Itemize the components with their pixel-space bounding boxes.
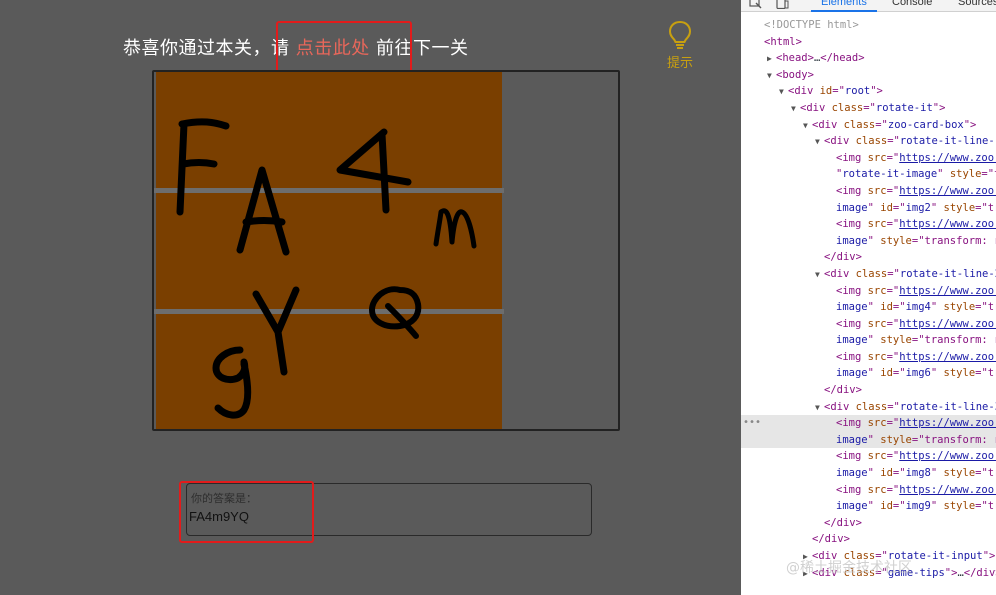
devtools-toolbar: Elements Console Sources (741, 0, 996, 12)
dom-node-text: <div class="zoo-card-box"> (812, 118, 977, 131)
expand-toggle-icon[interactable]: ▶ (767, 51, 776, 68)
dom-node-line[interactable]: image" style="transform: r (741, 233, 996, 250)
dom-node-line[interactable]: image" style="transform: r (741, 332, 996, 349)
dom-node-text: image" style="transform: r (836, 433, 996, 446)
more-options-icon[interactable]: ••• (743, 415, 761, 432)
dom-node-text: <body> (776, 68, 814, 81)
dom-node-text: image" id="img2" style="tr (836, 201, 996, 214)
dom-node-text: <!DOCTYPE html> (764, 19, 859, 31)
dom-node-text: image" id="img6" style="tr (836, 367, 996, 380)
dom-node-text: "rotate-it-image" style="t (836, 168, 996, 181)
dom-node-line[interactable]: <img src="https://www.zoo. (741, 349, 996, 366)
glyph-y (252, 286, 300, 376)
tab-sources[interactable]: Sources (958, 0, 996, 8)
dom-node-text: image" id="img4" style="tr (836, 301, 996, 314)
glyph-4 (336, 128, 412, 214)
dom-node-text: </div> (812, 533, 850, 546)
dom-node-line[interactable]: ••• <img src="https://www.zoo. (741, 415, 996, 432)
dom-node-text: <head>…</head> (776, 52, 865, 65)
dom-node-line[interactable]: image" id="img2" style="tr (741, 200, 996, 217)
dom-node-line[interactable]: <img src="https://www.zoo. (741, 448, 996, 465)
dom-node-line[interactable]: </div> (741, 515, 996, 532)
glyph-q (369, 286, 422, 339)
active-tab-indicator (811, 10, 877, 12)
message-prefix: 恭喜你通过本关，请 (123, 38, 290, 59)
dom-node-text: <div class="rotate-it-line-3 (824, 400, 996, 413)
handwritten-captcha-glyphs (176, 118, 477, 419)
tab-elements[interactable]: Elements (821, 0, 867, 8)
expand-toggle-icon[interactable]: ▼ (767, 68, 776, 85)
dom-node-line[interactable]: ▼ <div class="rotate-it"> (741, 100, 996, 117)
tip-button[interactable]: 提示 (660, 20, 700, 71)
dom-node-line[interactable]: <img src="https://www.zoo. (741, 183, 996, 200)
dom-node-text: image" id="img8" style="tr (836, 467, 996, 480)
dom-node-line[interactable]: <img src="https://www.zoo. (741, 150, 996, 167)
dom-node-line[interactable]: ▼ <div class="zoo-card-box"> (741, 117, 996, 134)
dom-node-text: <img src="https://www.zoo. (836, 450, 996, 463)
dom-node-line[interactable]: ▼ <div class="rotate-it-line-1 (741, 133, 996, 150)
dom-node-line[interactable]: <img src="https://www.zoo. (741, 316, 996, 333)
dom-node-text: <img src="https://www.zoo. (836, 350, 996, 363)
expand-toggle-icon[interactable]: ▼ (791, 101, 800, 118)
expand-toggle-icon[interactable]: ▼ (779, 84, 788, 101)
dom-node-line[interactable]: image" id="img4" style="tr (741, 299, 996, 316)
dom-node-text: <img src="https://www.zoo. (836, 218, 996, 231)
dom-node-text: image" id="img9" style="tr (836, 500, 996, 513)
dom-tree: <!DOCTYPE html> <html> ▶ <head>…</head> ▼ <bo… (741, 17, 996, 581)
dom-node-text: <img src="https://www.zoo. (836, 417, 996, 430)
dom-node-text: <html> (764, 35, 802, 48)
expand-toggle-icon[interactable]: ▼ (815, 267, 824, 284)
highlight-box-link (276, 21, 412, 74)
devtools-panel: Elements Console Sources <!DOCTYPE html>… (741, 0, 996, 595)
tip-label: 提示 (666, 56, 693, 71)
dom-node-text: </div> (824, 251, 862, 264)
dom-node-line[interactable]: </div> (741, 531, 996, 548)
dom-node-line[interactable]: ▼ <div class="rotate-it-line-2 (741, 266, 996, 283)
dom-node-text: <img src="https://www.zoo. (836, 184, 996, 197)
lightbulb-icon (668, 20, 692, 49)
dom-node-text: <div class="rotate-it-line-2 (824, 267, 996, 280)
dom-node-line[interactable]: ▼ <body> (741, 67, 996, 84)
watermark: @稀土掘金技术社区 (786, 560, 912, 576)
dom-node-line[interactable]: "rotate-it-image" style="t (741, 166, 996, 183)
dom-node-line[interactable]: image" id="img6" style="tr (741, 365, 996, 382)
highlight-box-answer (179, 481, 314, 543)
dom-node-line[interactable]: image" id="img8" style="tr (741, 465, 996, 482)
dom-node-line[interactable]: <html> (741, 34, 996, 51)
page-viewport: 恭喜你通过本关，请 点击此处 前往下一关 提示 你的答案是： FA4m9YQ (0, 0, 741, 595)
glyph-m (433, 208, 477, 249)
dom-node-line[interactable]: ▼ <div id="root"> (741, 83, 996, 100)
dom-node-line[interactable]: <img src="https://www.zoo. (741, 283, 996, 300)
dom-node-line[interactable]: ▶ <head>…</head> (741, 50, 996, 67)
dom-node-text: </div> (824, 516, 862, 529)
dom-node-line[interactable]: ▼ <div class="rotate-it-line-3 (741, 399, 996, 416)
dom-node-line[interactable]: <!DOCTYPE html> (741, 17, 996, 34)
dom-node-line[interactable]: image" id="img9" style="tr (741, 498, 996, 515)
dom-node-line[interactable]: <img src="https://www.zoo. (741, 216, 996, 233)
dom-node-text: <div class="rotate-it-line-1 (824, 135, 996, 148)
glyph-9 (212, 346, 252, 419)
dom-node-text: image" style="transform: r (836, 234, 996, 247)
dom-node-text: <img src="https://www.zoo. (836, 151, 996, 164)
dom-node-text: image" style="transform: r (836, 334, 996, 347)
device-toolbar-icon[interactable] (775, 0, 789, 9)
glyph-a (236, 166, 290, 256)
dom-node-text: <div class="rotate-it"> (800, 101, 946, 114)
inspect-element-icon[interactable] (749, 0, 763, 9)
expand-toggle-icon[interactable]: ▼ (815, 400, 824, 417)
tab-console[interactable]: Console (892, 0, 932, 8)
dom-node-text: <img src="https://www.zoo. (836, 317, 996, 330)
expand-toggle-icon[interactable]: ▼ (803, 118, 812, 135)
dom-node-text: <div id="root"> (788, 85, 883, 98)
glyph-f (176, 118, 230, 216)
dom-node-line[interactable]: </div> (741, 382, 996, 399)
captcha-card (152, 70, 620, 431)
dom-node-text: <img src="https://www.zoo. (836, 284, 996, 297)
expand-toggle-icon[interactable]: ▼ (815, 134, 824, 151)
dom-node-line[interactable]: image" style="transform: r (741, 431, 996, 449)
dom-node-line[interactable]: <img src="https://www.zoo. (741, 482, 996, 499)
dom-node-text: <img src="https://www.zoo. (836, 483, 996, 496)
dom-node-text: </div> (824, 384, 862, 397)
dom-node-line[interactable]: </div> (741, 249, 996, 266)
